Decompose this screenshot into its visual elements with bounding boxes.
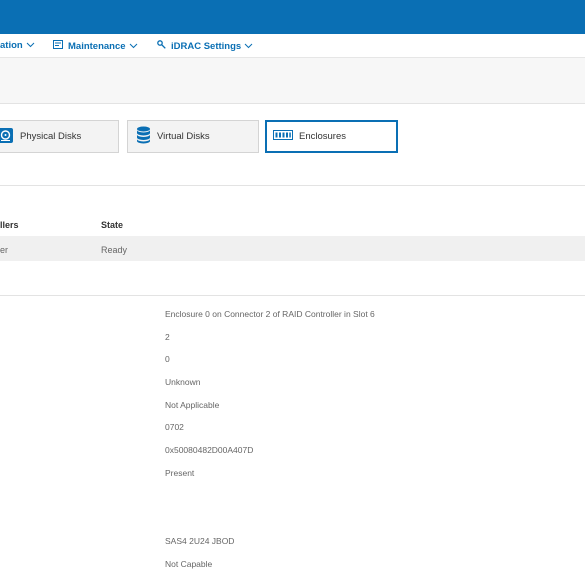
detail-value-sas-address: 0x50080482D00A407D <box>165 445 254 455</box>
column-header-controllers: llers <box>0 220 19 230</box>
physical-disk-icon <box>0 127 14 147</box>
detail-value: SAS4 2U24 JBOD <box>165 536 235 546</box>
nav-item-maintenance[interactable]: Maintenance <box>53 40 138 52</box>
nav-item-label: iDRAC Settings <box>171 40 242 52</box>
nav-item-label: Maintenance <box>68 40 126 52</box>
top-header-bar <box>0 0 585 34</box>
detail-value: 0702 <box>165 422 184 432</box>
tab-label: Physical Disks <box>20 131 82 142</box>
database-icon <box>136 126 151 147</box>
nav-item-label: ation <box>0 40 23 51</box>
detail-value: Unknown <box>165 377 201 387</box>
nav-item-idrac-settings[interactable]: iDRAC Settings <box>157 40 253 52</box>
tab-physical-disks[interactable]: Physical Disks <box>0 120 119 153</box>
detail-value: 2 <box>165 332 170 342</box>
controller-name-cell: er <box>0 245 9 255</box>
key-icon <box>157 40 166 52</box>
detail-value: 0 <box>165 354 170 364</box>
column-header-state: State <box>101 220 124 230</box>
divider <box>0 295 585 296</box>
tab-enclosures[interactable]: Enclosures <box>265 120 398 153</box>
detail-value: Not Applicable <box>165 400 220 410</box>
tab-virtual-disks[interactable]: Virtual Disks <box>127 120 259 153</box>
table-row[interactable] <box>0 236 585 261</box>
nav-item-configuration[interactable]: ation <box>0 40 35 51</box>
divider <box>0 185 585 186</box>
chevron-down-icon <box>129 41 138 52</box>
breadcrumb-strip <box>0 58 585 104</box>
detail-value: Not Capable <box>165 559 213 569</box>
controller-state-cell: Ready <box>101 245 128 255</box>
enclosure-icon <box>273 130 293 143</box>
chevron-down-icon <box>26 40 35 51</box>
tab-label: Virtual Disks <box>157 131 210 142</box>
tab-label: Enclosures <box>299 131 346 142</box>
detail-value: Present <box>165 468 195 478</box>
detail-value-name: Enclosure 0 on Connector 2 of RAID Contr… <box>165 309 375 319</box>
maintenance-icon <box>53 40 63 52</box>
main-nav: ation Maintenance iDRAC Settings <box>0 34 585 58</box>
chevron-down-icon <box>244 41 253 52</box>
